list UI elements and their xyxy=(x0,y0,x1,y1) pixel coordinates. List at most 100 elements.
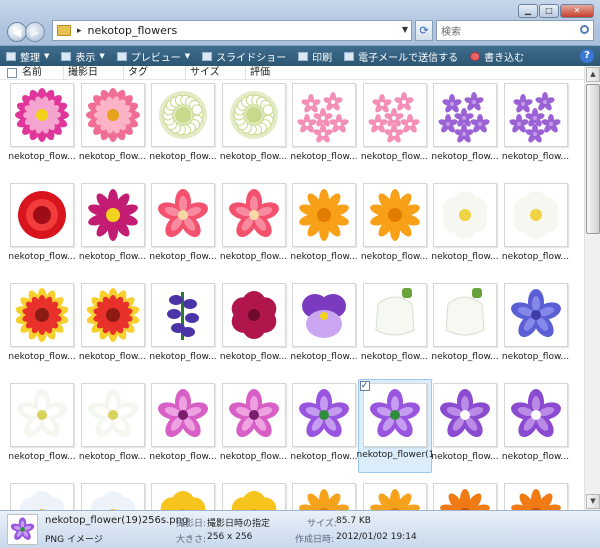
file-thumbnail[interactable] xyxy=(433,283,497,347)
minimize-button[interactable]: ▁ xyxy=(518,4,538,18)
file-thumbnail[interactable] xyxy=(362,183,427,247)
file-thumbnail[interactable] xyxy=(503,383,568,447)
print-button[interactable]: 印刷 xyxy=(292,49,338,64)
file-item[interactable] xyxy=(148,483,218,510)
file-thumbnail[interactable] xyxy=(221,183,286,247)
file-thumbnail[interactable] xyxy=(503,183,568,247)
file-item[interactable]: nekotop_flow... xyxy=(501,183,571,275)
file-item[interactable]: nekotop_flow... xyxy=(78,383,148,475)
file-thumbnail[interactable] xyxy=(292,183,356,247)
views-button[interactable]: 表示 ▼ xyxy=(55,49,110,64)
file-thumbnail[interactable] xyxy=(80,383,145,447)
file-item[interactable] xyxy=(219,483,289,510)
chevron-right-icon[interactable]: ▸ xyxy=(77,26,82,36)
file-item[interactable]: nekotop_flow... xyxy=(148,183,218,275)
search-input[interactable]: 検索 xyxy=(436,20,594,41)
column-date-taken[interactable]: 撮影日 xyxy=(64,66,124,80)
refresh-button[interactable]: ⟳ xyxy=(415,20,433,41)
file-thumbnail[interactable] xyxy=(151,383,215,447)
file-item[interactable]: nekotop_flow... xyxy=(7,283,77,375)
file-item[interactable]: nekotop_flow... xyxy=(78,83,148,175)
slideshow-button[interactable]: スライドショー xyxy=(196,49,292,64)
address-bar[interactable]: ▸ nekotop_flowers ▼ xyxy=(52,20,412,41)
file-item[interactable]: nekotop_flow... xyxy=(7,383,77,475)
file-thumbnail[interactable] xyxy=(433,183,497,247)
file-thumbnail[interactable] xyxy=(80,483,145,510)
close-button[interactable]: ✕ xyxy=(560,4,594,18)
file-thumbnail[interactable] xyxy=(292,383,356,447)
file-item[interactable]: nekotop_flow... xyxy=(219,383,289,475)
file-item[interactable]: nekotop_flow... xyxy=(289,383,359,475)
file-thumbnail[interactable] xyxy=(503,83,568,147)
file-item[interactable]: nekotop_flow... xyxy=(501,83,571,175)
file-item[interactable]: nekotop_flow... xyxy=(148,383,218,475)
column-tags[interactable]: タグ xyxy=(124,66,186,80)
file-item[interactable]: nekotop_flow... xyxy=(219,283,289,375)
file-item[interactable]: nekotop_flow... xyxy=(289,83,359,175)
scroll-thumb[interactable] xyxy=(586,84,600,234)
forward-button[interactable]: ▶ xyxy=(25,22,45,42)
scroll-down-button[interactable]: ▼ xyxy=(586,494,600,509)
help-icon[interactable]: ? xyxy=(580,49,594,63)
file-item[interactable]: nekotop_flow... xyxy=(430,83,500,175)
file-thumbnail[interactable] xyxy=(362,83,427,147)
file-item[interactable]: nekotop_flow... xyxy=(430,383,500,475)
organize-button[interactable]: 整理 ▼ xyxy=(0,49,55,64)
file-item[interactable]: nekotop_flow... xyxy=(430,283,500,375)
scroll-up-button[interactable]: ▲ xyxy=(586,67,600,82)
file-thumbnail[interactable] xyxy=(80,283,145,347)
file-thumbnail[interactable] xyxy=(80,183,145,247)
column-size[interactable]: サイズ xyxy=(186,66,246,80)
file-thumbnail[interactable] xyxy=(10,483,74,510)
file-thumbnail[interactable] xyxy=(221,483,286,510)
file-item[interactable]: nekotop_flow... xyxy=(7,183,77,275)
file-item[interactable]: nekotop_flow... xyxy=(501,283,571,375)
file-item[interactable] xyxy=(78,483,148,510)
preview-button[interactable]: プレビュー ▼ xyxy=(111,49,196,64)
address-path[interactable]: nekotop_flowers xyxy=(88,24,178,37)
maximize-button[interactable]: □ xyxy=(539,4,559,18)
back-button[interactable]: ◀ xyxy=(7,22,27,42)
file-item[interactable]: nekotop_flow... xyxy=(148,283,218,375)
file-thumbnail[interactable] xyxy=(10,283,74,347)
item-checkbox[interactable]: ✓ xyxy=(359,381,370,391)
file-thumbnail[interactable] xyxy=(292,483,356,510)
file-thumbnail[interactable] xyxy=(362,383,427,447)
file-thumbnail[interactable] xyxy=(221,83,286,147)
search-icon[interactable] xyxy=(580,25,589,34)
file-item[interactable]: nekotop_flow... xyxy=(219,83,289,175)
file-thumbnail[interactable] xyxy=(10,83,74,147)
file-thumbnail[interactable] xyxy=(221,283,286,347)
file-item[interactable] xyxy=(501,483,571,510)
file-item[interactable] xyxy=(360,483,430,510)
date-taken-value[interactable]: 撮影日時の指定 xyxy=(207,516,270,529)
file-item[interactable] xyxy=(430,483,500,510)
file-item[interactable]: nekotop_flow... xyxy=(430,183,500,275)
file-thumbnail[interactable] xyxy=(151,283,215,347)
vertical-scrollbar[interactable]: ▲ ▼ xyxy=(584,66,600,510)
file-thumbnail[interactable] xyxy=(292,283,356,347)
file-thumbnail[interactable] xyxy=(433,483,497,510)
file-thumbnail[interactable] xyxy=(503,483,568,510)
file-item[interactable]: nekotop_flow... xyxy=(360,283,430,375)
file-item[interactable]: nekotop_flow... xyxy=(289,283,359,375)
file-item[interactable]: nekotop_flow... xyxy=(289,183,359,275)
file-thumbnail[interactable] xyxy=(433,383,497,447)
file-item[interactable] xyxy=(289,483,359,510)
file-thumbnail[interactable] xyxy=(221,383,286,447)
chevron-down-icon[interactable]: ▼ xyxy=(402,25,408,34)
file-item[interactable]: nekotop_flow... xyxy=(7,83,77,175)
file-thumbnail[interactable] xyxy=(362,283,427,347)
burn-button[interactable]: 書き込む xyxy=(464,49,530,64)
file-item[interactable]: nekotop_flow... xyxy=(219,183,289,275)
file-item[interactable]: nekotop_flow... xyxy=(360,183,430,275)
column-rating[interactable]: 評価 xyxy=(246,66,306,80)
file-thumbnail[interactable] xyxy=(10,183,74,247)
file-thumbnail[interactable] xyxy=(292,83,356,147)
file-thumbnail[interactable] xyxy=(433,83,497,147)
file-thumbnail[interactable] xyxy=(362,483,427,510)
file-item[interactable]: nekotop_flow... xyxy=(360,83,430,175)
select-all-checkbox[interactable] xyxy=(7,68,17,78)
file-item[interactable]: ✓ nekotop_flower(19)256s.png xyxy=(357,379,433,475)
file-thumbnail[interactable] xyxy=(151,83,215,147)
